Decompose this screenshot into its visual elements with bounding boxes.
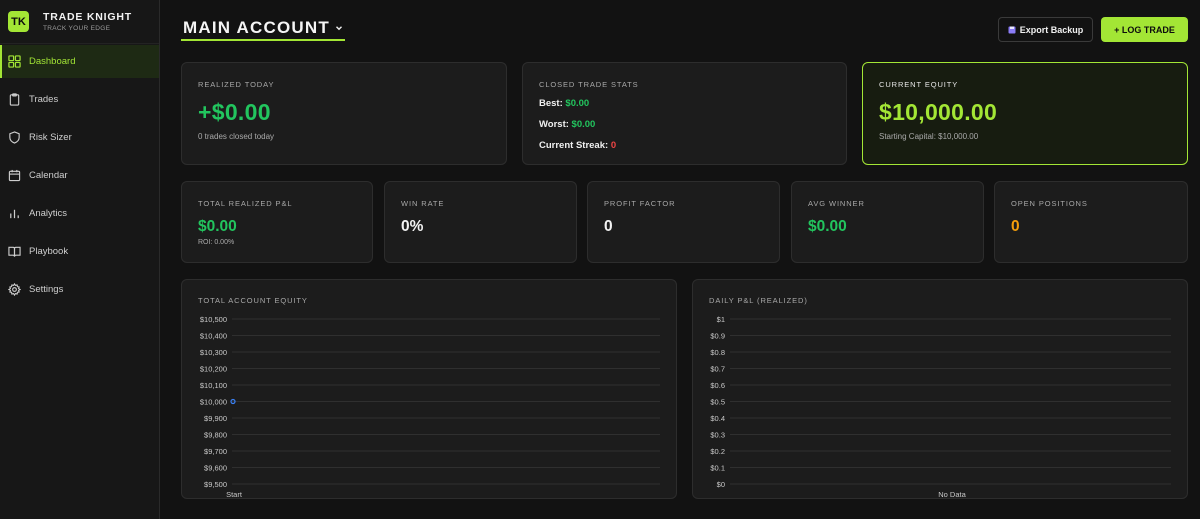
account-selector[interactable]: MAIN ACCOUNT [181, 18, 345, 41]
y-tick-label: $10,100 [200, 381, 227, 390]
win-rate-card: WIN RATE 0% [384, 181, 577, 263]
y-tick-label: $10,000 [200, 398, 227, 407]
y-tick-label: $0.9 [710, 332, 725, 341]
sidebar-item-dashboard[interactable]: Dashboard [0, 45, 159, 78]
worst-label: Worst: [539, 119, 569, 130]
daily-pnl-chart-card: DAILY P&L (REALIZED) $1 $0.9 $0.8 $0.7 $0.6 $… [692, 279, 1188, 499]
save-icon [1008, 26, 1016, 33]
bar-chart-icon [10, 209, 19, 219]
sidebar-item-label: Settings [29, 284, 64, 295]
chevron-down-icon [335, 26, 342, 31]
card-label: REALIZED TODAY [198, 80, 275, 89]
book-icon [8, 246, 21, 257]
open-positions-value: 0 [1011, 218, 1020, 235]
total-pnl-value: $0.00 [198, 218, 237, 235]
realized-today-card: REALIZED TODAY +$0.00 0 trades closed to… [181, 62, 507, 165]
x-tick-label: No Data [938, 490, 966, 499]
card-label: OPEN POSITIONS [1011, 199, 1088, 208]
card-label: CURRENT EQUITY [879, 80, 959, 89]
profit-factor-card: PROFIT FACTOR 0 [587, 181, 780, 263]
brand: TK TRADE KNIGHT TRACK YOUR EDGE [0, 0, 159, 44]
sidebar-item-label: Analytics [29, 208, 68, 219]
sidebar-nav: Dashboard Trades Risk Sizer Calendar Ana… [0, 45, 159, 306]
brand-logo: TK [8, 11, 29, 32]
worst-value: $0.00 [571, 119, 596, 130]
sidebar-item-label: Risk Sizer [29, 132, 72, 143]
realized-today-value: +$0.00 [198, 99, 271, 125]
sidebar-item-label: Trades [29, 94, 59, 105]
y-tick-label: $10,500 [200, 315, 227, 324]
y-tick-label: $10,200 [200, 365, 227, 374]
card-label: AVG WINNER [808, 199, 865, 208]
equity-chart-card: TOTAL ACCOUNT EQUITY $10,500 $10,400 $10,3… [181, 279, 677, 499]
sidebar-item-label: Playbook [29, 246, 69, 257]
sidebar-item-label: Calendar [29, 170, 68, 181]
brand-tagline: TRACK YOUR EDGE [43, 25, 111, 32]
y-tick-label: $0.4 [710, 414, 725, 423]
sidebar: TK TRADE KNIGHT TRACK YOUR EDGE Dashboar… [0, 0, 160, 519]
sidebar-item-settings[interactable]: Settings [0, 273, 159, 306]
log-trade-label: + LOG TRADE [1114, 24, 1175, 35]
equity-chart: $10,500 $10,400 $10,300 $10,200 $10,100 $10,0… [200, 315, 660, 499]
sidebar-item-label: Dashboard [29, 56, 76, 67]
sidebar-item-risk-sizer[interactable]: Risk Sizer [0, 121, 159, 154]
card-label: TOTAL REALIZED P&L [198, 199, 293, 208]
y-tick-label: $0.6 [710, 381, 725, 390]
sidebar-item-calendar[interactable]: Calendar [0, 159, 159, 192]
avg-winner-value: $0.00 [808, 218, 847, 235]
streak-value: 0 [610, 140, 617, 151]
y-tick-label: $0.5 [710, 398, 725, 407]
y-tick-label: $9,500 [204, 480, 227, 489]
card-label: WIN RATE [401, 199, 445, 208]
sidebar-item-analytics[interactable]: Analytics [0, 197, 159, 230]
y-tick-label: $0.8 [710, 348, 725, 357]
current-streak-stat: Current Streak: 0 [539, 140, 616, 151]
card-label: PROFIT FACTOR [604, 199, 676, 208]
card-label: CLOSED TRADE STATS [539, 80, 639, 89]
avg-winner-card: AVG WINNER $0.00 [791, 181, 984, 263]
export-backup-button[interactable]: Export Backup [998, 17, 1093, 42]
y-tick-label: $0.1 [710, 464, 725, 473]
streak-label: Current Streak: [539, 140, 609, 151]
calendar-icon [8, 169, 21, 182]
sidebar-item-playbook[interactable]: Playbook [0, 235, 159, 268]
gear-icon [8, 283, 21, 296]
best-stat: Best: $0.00 [539, 98, 589, 109]
open-positions-card: OPEN POSITIONS 0 [994, 181, 1188, 263]
y-tick-label: $0.2 [710, 447, 725, 456]
y-tick-label: $9,900 [204, 414, 227, 423]
y-tick-label: $9,800 [204, 431, 227, 440]
daily-pnl-chart: $1 $0.9 $0.8 $0.7 $0.6 $0.5 $0.4 $0.3 $0.2 $0.1 $0… [710, 315, 1171, 499]
worst-stat: Worst: $0.00 [539, 119, 595, 130]
realized-today-note: 0 trades closed today [198, 132, 275, 141]
current-equity-value: $10,000.00 [879, 99, 998, 125]
clipboard-icon [9, 93, 20, 106]
y-tick-label: $9,600 [204, 464, 227, 473]
account-title: MAIN ACCOUNT [183, 18, 330, 37]
current-equity-card: CURRENT EQUITY $10,000.00 Starting Capit… [862, 62, 1188, 165]
best-value: $0.00 [565, 98, 590, 109]
y-tick-label: $0.3 [710, 431, 725, 440]
export-backup-label: Export Backup [1019, 24, 1084, 35]
x-tick-label: Start [226, 490, 243, 499]
dashboard-icon [8, 55, 21, 68]
y-tick-label: $9,700 [204, 447, 227, 456]
sidebar-item-trades[interactable]: Trades [0, 83, 159, 116]
win-rate-value: 0% [401, 218, 424, 235]
roi-note: ROI: 0.00% [198, 239, 235, 246]
y-tick-label: $10,300 [200, 348, 227, 357]
y-tick-label: $0 [717, 480, 725, 489]
best-label: Best: [539, 98, 563, 109]
y-tick-label: $10,400 [200, 332, 227, 341]
y-tick-label: $0.7 [710, 365, 725, 374]
log-trade-button[interactable]: + LOG TRADE [1101, 17, 1188, 42]
total-pnl-card: TOTAL REALIZED P&L $0.00 ROI: 0.00% [181, 181, 373, 263]
y-tick-label: $1 [717, 315, 725, 324]
profit-factor-value: 0 [604, 218, 613, 235]
brand-name: TRADE KNIGHT [43, 11, 132, 23]
starting-capital-note: Starting Capital: $10,000.00 [879, 132, 979, 141]
shield-icon [9, 131, 20, 144]
closed-trade-stats-card: CLOSED TRADE STATS Best: $0.00 Worst: $0… [522, 62, 847, 165]
